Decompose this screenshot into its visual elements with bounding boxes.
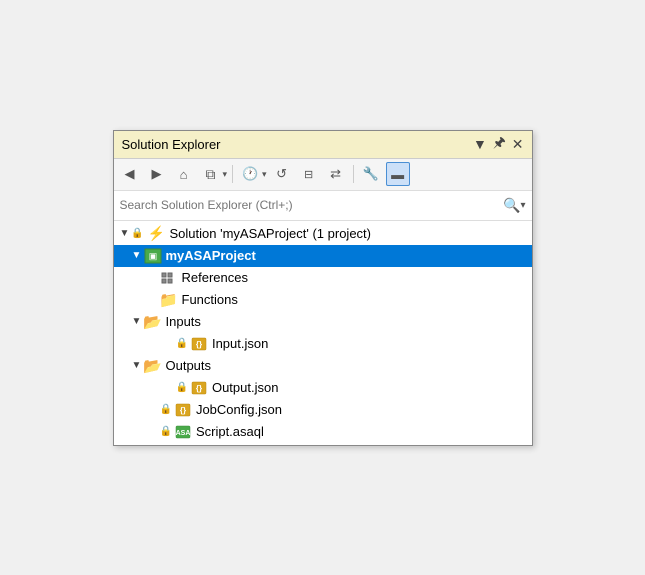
undo-button[interactable]: ↺ xyxy=(270,162,294,186)
forward-button[interactable]: ▶ xyxy=(145,162,169,186)
solution-explorer-panel: Solution Explorer ▼ 🖈 ✕ ◀ ▶ ⌂ ⧉ ▾ 🕐 xyxy=(113,130,533,446)
close-icon[interactable]: ✕ xyxy=(512,136,524,153)
toolbar: ◀ ▶ ⌂ ⧉ ▾ 🕐 ▾ ↺ ⊟ ⇄ xyxy=(114,159,532,191)
solution-icon: ⚡ xyxy=(148,226,166,242)
inputs-expand-arrow: ▼ xyxy=(130,316,144,327)
tree-item-functions[interactable]: 📁 Functions xyxy=(114,289,532,311)
copy-dropdown[interactable]: ⧉ ▾ xyxy=(199,162,228,186)
title-bar: Solution Explorer ▼ 🖈 ✕ xyxy=(114,131,532,159)
copy-button[interactable]: ⧉ xyxy=(199,162,223,186)
tree-view: ▼ 🔒 ⚡ Solution 'myASAProject' (1 project… xyxy=(114,221,532,445)
wrench-icon: 🔧 xyxy=(362,166,378,182)
back-icon: ◀ xyxy=(125,166,135,182)
functions-folder-icon: 📁 xyxy=(160,292,178,308)
search-dropdown-arrow[interactable]: ▾ xyxy=(520,200,525,211)
svg-text:{}: {} xyxy=(196,384,202,393)
tree-item-inputs[interactable]: ▼ 📂 Inputs xyxy=(114,311,532,333)
jobconfig-label: JobConfig.json xyxy=(196,402,282,417)
inputs-folder-icon: 📂 xyxy=(144,314,162,330)
copy-dropdown-arrow[interactable]: ▾ xyxy=(223,169,228,180)
search-input[interactable] xyxy=(120,198,500,212)
refresh-button[interactable]: ⇄ xyxy=(324,162,348,186)
panel-button[interactable]: ▬ xyxy=(386,162,410,186)
script-label: Script.asaql xyxy=(196,424,264,439)
properties-button[interactable]: 🔧 xyxy=(359,162,383,186)
separator-2 xyxy=(353,165,354,183)
svg-text:{}: {} xyxy=(196,340,202,349)
forward-icon: ▶ xyxy=(152,166,162,182)
input-json-label: Input.json xyxy=(212,336,268,351)
history-button[interactable]: 🕐 xyxy=(238,162,262,186)
script-icon: ASA xyxy=(174,424,192,440)
dropdown-arrow-icon[interactable]: ▼ xyxy=(473,136,487,152)
project-label: myASAProject xyxy=(166,248,256,263)
svg-text:{}: {} xyxy=(180,406,186,415)
functions-label: Functions xyxy=(182,292,238,307)
refresh-icon: ⇄ xyxy=(330,166,341,182)
outputs-label: Outputs xyxy=(166,358,212,373)
output-json-lock-icon: 🔒 xyxy=(176,382,188,393)
references-icon xyxy=(160,270,178,286)
panel-icon: ▬ xyxy=(391,167,404,182)
tree-item-project[interactable]: ▼ ▣ myASAProject xyxy=(114,245,532,267)
back-button[interactable]: ◀ xyxy=(118,162,142,186)
input-json-lock-icon: 🔒 xyxy=(176,338,188,349)
copy-icon: ⧉ xyxy=(206,166,216,183)
search-bar: 🔍 ▾ xyxy=(114,191,532,221)
references-label: References xyxy=(182,270,248,285)
search-icon[interactable]: 🔍 xyxy=(503,197,520,214)
outputs-expand-arrow: ▼ xyxy=(130,360,144,371)
output-json-label: Output.json xyxy=(212,380,279,395)
separator-1 xyxy=(232,165,233,183)
history-dropdown-arrow[interactable]: ▾ xyxy=(262,169,267,180)
svg-text:▣: ▣ xyxy=(148,251,157,261)
outputs-folder-icon: 📂 xyxy=(144,358,162,374)
home-button[interactable]: ⌂ xyxy=(172,162,196,186)
title-bar-controls: ▼ 🖈 ✕ xyxy=(473,132,524,156)
output-json-icon: {} xyxy=(190,380,208,396)
tree-item-input-json[interactable]: 🔒 {} Input.json xyxy=(114,333,532,355)
jobconfig-lock-icon: 🔒 xyxy=(160,404,172,415)
undo-icon: ↺ xyxy=(276,166,287,182)
script-lock-icon: 🔒 xyxy=(160,426,172,437)
pin-icon[interactable]: 🖈 xyxy=(493,132,506,156)
tree-item-jobconfig[interactable]: 🔒 {} JobConfig.json xyxy=(114,399,532,421)
tree-item-script[interactable]: 🔒 ASA Script.asaql xyxy=(114,421,532,443)
solution-label: Solution 'myASAProject' (1 project) xyxy=(170,226,372,241)
tree-item-output-json[interactable]: 🔒 {} Output.json xyxy=(114,377,532,399)
solution-expand-arrow: ▼ xyxy=(118,228,132,239)
input-json-icon: {} xyxy=(190,336,208,352)
jobconfig-icon: {} xyxy=(174,402,192,418)
lock-icon: 🔒 xyxy=(132,226,144,242)
panel-title: Solution Explorer xyxy=(122,137,221,152)
inputs-label: Inputs xyxy=(166,314,201,329)
collapse-icon: ⊟ xyxy=(304,168,313,181)
history-icon: 🕐 xyxy=(242,166,258,182)
collapse-all-button[interactable]: ⊟ xyxy=(297,162,321,186)
tree-item-solution[interactable]: ▼ 🔒 ⚡ Solution 'myASAProject' (1 project… xyxy=(114,223,532,245)
tree-item-references[interactable]: References xyxy=(114,267,532,289)
home-icon: ⌂ xyxy=(180,167,188,182)
history-dropdown[interactable]: 🕐 ▾ xyxy=(238,162,267,186)
svg-text:ASA: ASA xyxy=(176,430,191,437)
project-expand-arrow: ▼ xyxy=(130,250,144,261)
project-icon: ▣ xyxy=(144,248,162,264)
tree-item-outputs[interactable]: ▼ 📂 Outputs xyxy=(114,355,532,377)
